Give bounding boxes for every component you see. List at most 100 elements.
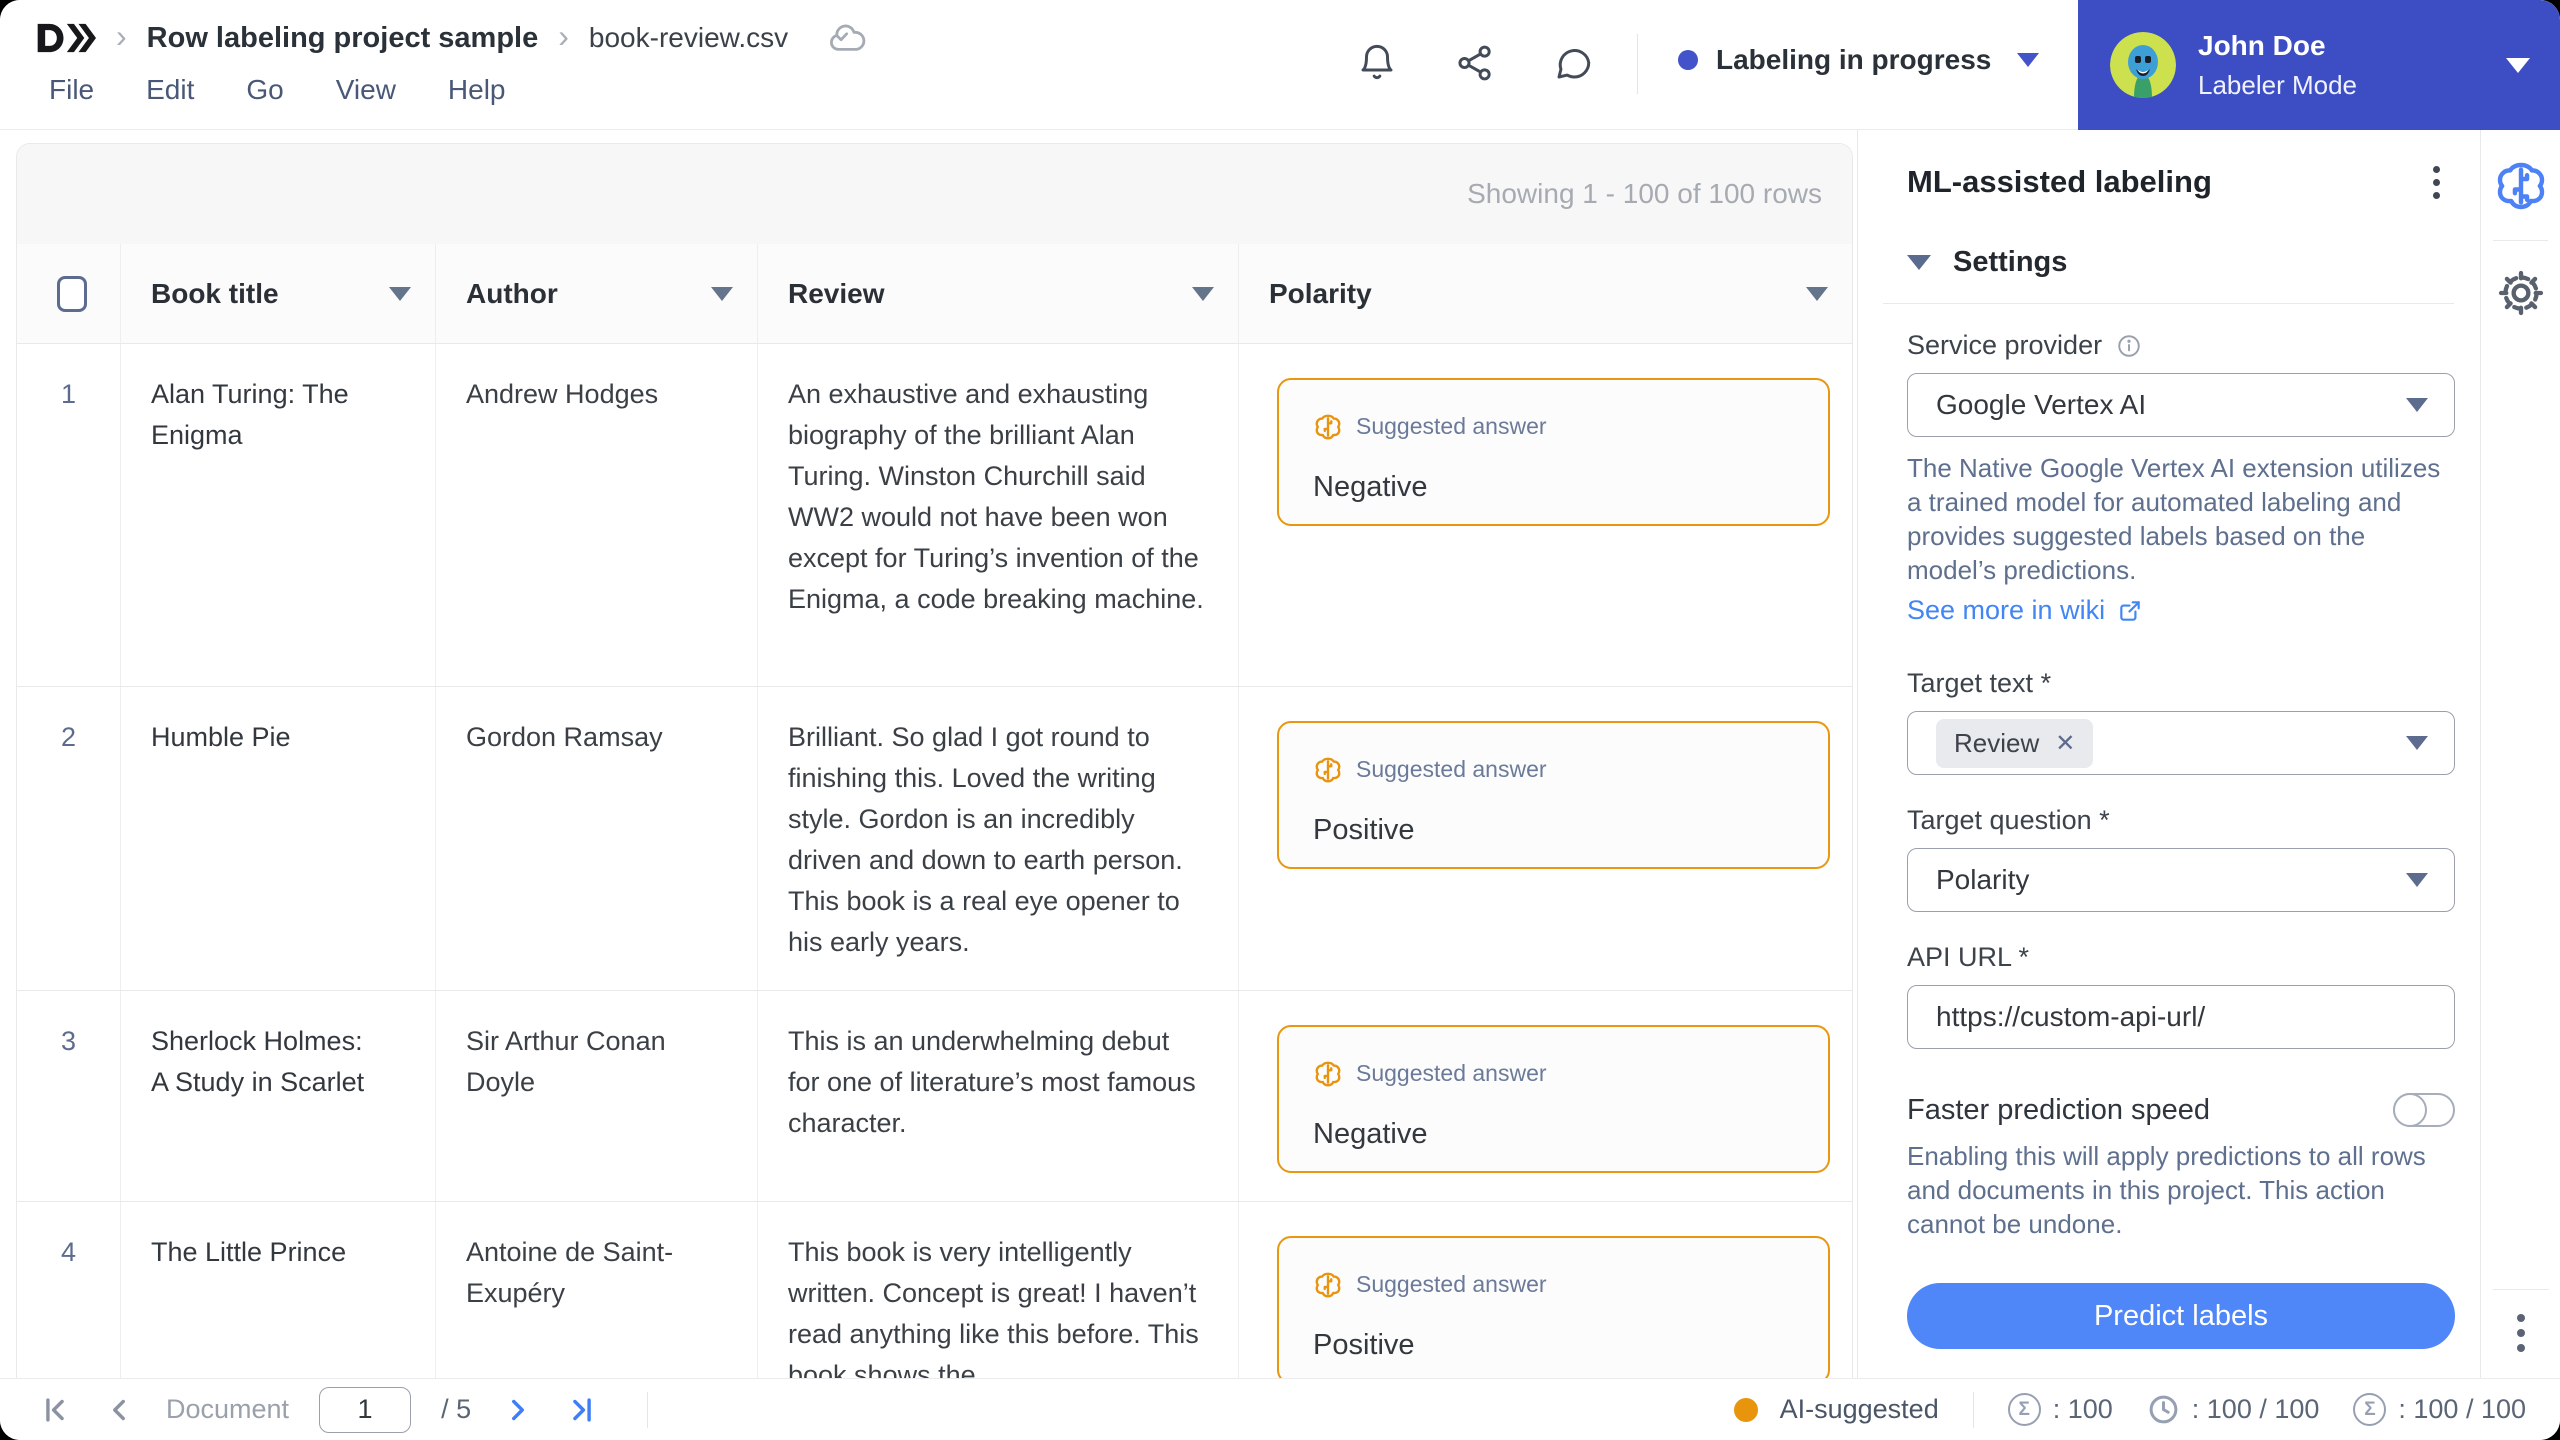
breadcrumb-project[interactable]: Row labeling project sample [147, 22, 539, 55]
suggested-answer-chip[interactable]: Suggested answer Positive [1277, 1236, 1830, 1378]
total-rows-value: : 100 [2052, 1394, 2113, 1424]
footer-divider [647, 1391, 649, 1428]
previous-page-button[interactable] [102, 1393, 136, 1427]
menu-go[interactable]: Go [246, 74, 283, 106]
brain-icon [1315, 414, 1341, 439]
cell-polarity: Suggested answer Negative [1239, 991, 1852, 1201]
target-text-tag-label: Review [1954, 727, 2040, 758]
menu-view[interactable]: View [336, 74, 396, 106]
faster-prediction-label: Faster prediction speed [1907, 1093, 2211, 1126]
sigma-icon: Σ [2353, 1393, 2387, 1426]
suggested-answer-value: Positive [1313, 814, 1415, 846]
target-text-select[interactable]: Review ✕ [1907, 711, 2455, 775]
wiki-link[interactable]: See more in wiki [1907, 595, 2454, 626]
ai-suggested-label: AI-suggested [1779, 1394, 1939, 1424]
cell-book-title[interactable]: The Little Prince [121, 1202, 436, 1378]
breadcrumb-file[interactable]: book-review.csv [589, 22, 788, 54]
suggested-answer-chip[interactable]: Suggested answer Positive [1277, 721, 1830, 869]
external-link-icon [2120, 600, 2140, 621]
suggested-answer-label: Suggested answer [1356, 1060, 1547, 1086]
sigma-icon: Σ [2007, 1393, 2041, 1426]
brain-icon [2497, 162, 2545, 210]
user-menu[interactable]: John Doe Labeler Mode [2078, 0, 2560, 130]
cell-author[interactable]: Gordon Ramsay [436, 687, 758, 990]
filter-dropdown-icon[interactable] [389, 286, 411, 301]
cell-polarity: Suggested answer Positive [1239, 687, 1852, 990]
menu-help[interactable]: Help [448, 74, 506, 106]
brain-icon [1315, 757, 1341, 782]
row-count-status: Showing 1 - 100 of 100 rows [1467, 178, 1822, 209]
cell-review[interactable]: This book is very intelligently written.… [758, 1202, 1239, 1378]
settings-extension-button[interactable] [2481, 267, 2560, 319]
header-polarity: Polarity [1239, 244, 1852, 343]
grid-header-row: Book title Author Review Polarity [17, 244, 1852, 344]
chevron-down-icon [2406, 398, 2428, 412]
suggested-answer-label: Suggested answer [1356, 413, 1547, 439]
breadcrumb-separator: › [116, 17, 127, 54]
reviewed-rows-value: : 100 / 100 [2398, 1394, 2526, 1424]
filter-dropdown-icon[interactable] [1192, 286, 1214, 301]
history-icon [2149, 1395, 2178, 1424]
column-label: Author [466, 277, 558, 309]
table-row: 4 The Little Prince Antoine de Saint-Exu… [17, 1202, 1852, 1378]
cell-review[interactable]: Brilliant. So glad I got round to finish… [758, 687, 1239, 990]
cell-author[interactable]: Sir Arthur Conan Doyle [436, 991, 758, 1201]
gear-icon [2498, 270, 2544, 316]
select-all-checkbox[interactable] [56, 275, 87, 312]
total-rows-counter: Σ : 100 [2007, 1393, 2113, 1426]
cell-book-title[interactable]: Alan Turing: The Enigma [121, 344, 436, 686]
info-icon[interactable] [2116, 333, 2142, 359]
kebab-menu-icon[interactable] [2433, 165, 2440, 199]
suggested-answer-chip[interactable]: Suggested answer Negative [1277, 1025, 1830, 1173]
service-provider-value: Google Vertex AI [1936, 389, 2147, 420]
suggested-answer-value: Negative [1313, 1118, 1428, 1150]
api-url-input[interactable] [1907, 985, 2455, 1049]
cloud-sync-icon [826, 17, 868, 59]
section-divider [1883, 303, 2454, 304]
cell-author[interactable]: Antoine de Saint-Exupéry [436, 1202, 758, 1378]
suggested-answer-label: Suggested answer [1356, 1271, 1547, 1297]
settings-section-toggle[interactable]: Settings [1907, 246, 2454, 279]
cell-review[interactable]: This is an underwhelming debut for one o… [758, 991, 1239, 1201]
chat-icon[interactable] [1552, 40, 1594, 86]
cell-author[interactable]: Andrew Hodges [436, 344, 758, 686]
user-mode: Labeler Mode [2198, 69, 2357, 100]
status-selector[interactable]: Labeling in progress [1678, 44, 2040, 76]
last-page-button[interactable] [565, 1393, 599, 1427]
target-question-select[interactable]: Polarity [1907, 848, 2455, 912]
reviewed-rows-counter: Σ : 100 / 100 [2353, 1393, 2526, 1426]
rail-kebab-icon[interactable] [2517, 1314, 2525, 1352]
suggested-answer-chip[interactable]: Suggested answer Negative [1277, 378, 1830, 526]
next-page-button[interactable] [501, 1393, 535, 1427]
rail-divider [2493, 240, 2548, 241]
api-url-label: API URL * [1907, 942, 2030, 972]
cell-book-title[interactable]: Sherlock Holmes: A Study in Scarlet [121, 991, 436, 1201]
user-name: John Doe [2198, 29, 2326, 61]
filter-dropdown-icon[interactable] [1806, 286, 1828, 301]
document-label: Document [166, 1394, 290, 1424]
suggested-answer-label: Suggested answer [1356, 756, 1547, 782]
datasaur-logo-icon[interactable] [36, 20, 96, 56]
status-dot-icon [1678, 50, 1698, 70]
suggested-answer-value: Positive [1313, 1329, 1415, 1361]
page-number-input[interactable] [319, 1386, 412, 1433]
chevron-down-icon [2406, 873, 2428, 887]
predict-labels-button[interactable]: Predict labels [1907, 1283, 2455, 1349]
column-label: Review [788, 277, 885, 309]
page-total: / 5 [441, 1394, 472, 1424]
remove-tag-icon[interactable]: ✕ [2055, 729, 2075, 758]
top-actions [1356, 40, 1594, 86]
menu-edit[interactable]: Edit [146, 74, 194, 106]
avatar [2110, 32, 2176, 98]
bell-icon[interactable] [1356, 40, 1398, 86]
filter-dropdown-icon[interactable] [711, 286, 733, 301]
labeled-rows-counter: : 100 / 100 [2147, 1393, 2319, 1426]
cell-book-title[interactable]: Humble Pie [121, 687, 436, 990]
first-page-button[interactable] [38, 1393, 72, 1427]
cell-review[interactable]: An exhaustive and exhausting biography o… [758, 344, 1239, 686]
faster-prediction-toggle[interactable] [2393, 1093, 2455, 1127]
service-provider-select[interactable]: Google Vertex AI [1907, 373, 2455, 437]
share-icon[interactable] [1454, 40, 1496, 86]
menu-file[interactable]: File [49, 74, 94, 106]
ml-extension-button[interactable] [2481, 158, 2560, 214]
